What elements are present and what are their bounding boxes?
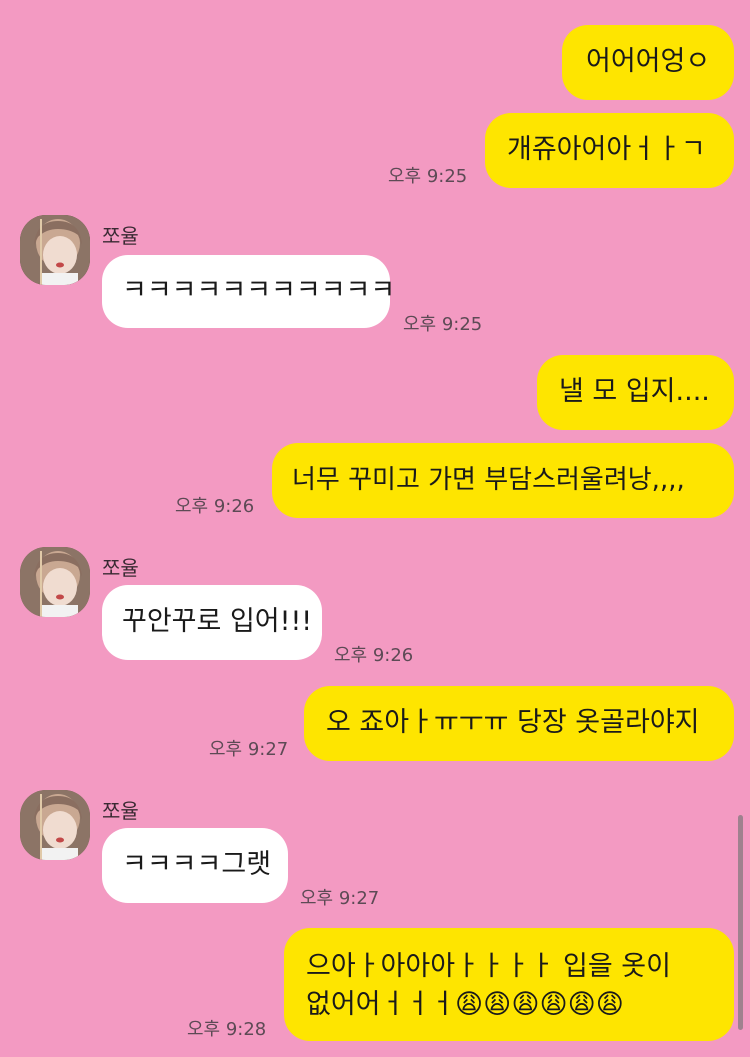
- message-time: 오후 9:25: [403, 314, 483, 335]
- message-text: 개쥬아어아ㅓㅏㄱ: [507, 134, 706, 165]
- their-message-bubble[interactable]: 꾸안꾸로 입어!!!: [102, 585, 322, 660]
- message-text-line: 으아ㅏ아아아ㅏㅏㅏㅏ 입을 옷이: [306, 951, 671, 982]
- message-text: ㅋㅋㅋㅋㅋㅋㅋㅋㅋㅋㅋ: [122, 275, 396, 306]
- scrollbar[interactable]: [738, 815, 743, 1030]
- profile-avatar[interactable]: [20, 547, 90, 617]
- message-text: 어어어엉ㅇ: [586, 46, 711, 77]
- message-text: 낼 모 입지....: [559, 376, 710, 407]
- profile-avatar[interactable]: [20, 215, 90, 285]
- message-text: 꾸안꾸로 입어!!!: [122, 606, 313, 637]
- sender-name: 쪼율: [102, 799, 139, 823]
- message-text: ㅋㅋㅋㅋ그랫: [122, 849, 272, 880]
- message-time: 오후 9:26: [334, 645, 414, 666]
- my-message-bubble[interactable]: 낼 모 입지....: [537, 355, 734, 430]
- sender-name: 쪼율: [102, 556, 139, 580]
- my-message-bubble[interactable]: 오 죠아ㅏㅠㅜㅠ 당장 옷골라야지: [304, 686, 734, 761]
- message-time: 오후 9:27: [300, 888, 380, 909]
- my-message-bubble[interactable]: 개쥬아어아ㅓㅏㄱ: [485, 113, 734, 188]
- my-message-bubble[interactable]: 으아ㅏ아아아ㅏㅏㅏㅏ 입을 옷이 없어어ㅓㅓㅓ😩😩😩😩😩😩: [284, 928, 734, 1041]
- message-time: 오후 9:28: [187, 1019, 267, 1040]
- message-text: 너무 꾸미고 가면 부담스러울려낭,,,,: [292, 465, 685, 495]
- sender-name: 쪼율: [102, 224, 139, 248]
- their-message-bubble[interactable]: ㅋㅋㅋㅋ그랫: [102, 828, 288, 903]
- profile-photo-icon: [20, 215, 90, 285]
- profile-photo-icon: [20, 790, 90, 860]
- profile-photo-icon: [20, 547, 90, 617]
- their-message-bubble[interactable]: ㅋㅋㅋㅋㅋㅋㅋㅋㅋㅋㅋ: [102, 255, 395, 328]
- my-message-bubble[interactable]: 어어어엉ㅇ: [562, 25, 734, 100]
- message-text-line: 없어어ㅓㅓㅓ😩😩😩😩😩😩: [306, 989, 624, 1020]
- message-time: 오후 9:27: [209, 739, 289, 760]
- profile-avatar[interactable]: [20, 790, 90, 860]
- message-time: 오후 9:25: [388, 166, 468, 187]
- my-message-bubble[interactable]: 너무 꾸미고 가면 부담스러울려낭,,,,: [272, 443, 734, 518]
- message-text: 오 죠아ㅏㅠㅜㅠ 당장 옷골라야지: [326, 707, 700, 738]
- message-time: 오후 9:26: [175, 496, 255, 517]
